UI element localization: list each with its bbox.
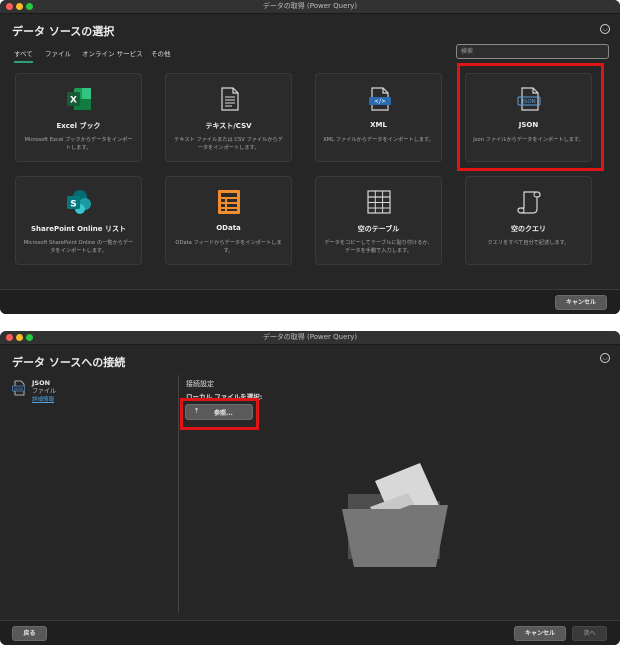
json-file-icon: JSON bbox=[12, 380, 25, 396]
page-title: データ ソースの選択 bbox=[12, 25, 115, 38]
tab-all[interactable]: すべて bbox=[14, 48, 33, 63]
card-name: 空のテーブル bbox=[357, 225, 400, 233]
table-icon bbox=[366, 190, 391, 214]
card-description: テキスト ファイルまたは CSV ファイルからデータをインポートします。 bbox=[174, 137, 283, 151]
source-type: ファイル bbox=[32, 388, 57, 395]
card-xml[interactable]: </> XML XML ファイルからデータをインポートします。 bbox=[315, 73, 442, 162]
svg-text:S: S bbox=[70, 200, 76, 210]
svg-text:X: X bbox=[70, 96, 77, 106]
tab-online-services[interactable]: オンライン サービス bbox=[82, 48, 143, 58]
browse-highlight-box bbox=[180, 398, 259, 430]
source-info-pane: JSON JSON ファイル 詳細情報 bbox=[0, 371, 178, 619]
title-bar: データの取得 (Power Query) bbox=[0, 0, 620, 14]
connection-settings-title: 接続設定 bbox=[186, 380, 214, 388]
card-excel-workbook[interactable]: X Excel ブック Microsoft Excel ブックからデータをインポ… bbox=[15, 73, 142, 162]
data-source-connect-window: データの取得 (Power Query) データ ソースへの接続 ◡ JSON … bbox=[0, 331, 620, 645]
card-name: SharePoint Online リスト bbox=[31, 225, 126, 233]
cancel-button[interactable]: キャンセル bbox=[514, 626, 566, 641]
card-sharepoint-online-list[interactable]: S SharePoint Online リスト Microsoft ShareP… bbox=[15, 176, 142, 265]
text-file-icon bbox=[220, 87, 239, 111]
card-name: テキスト/CSV bbox=[205, 122, 252, 130]
card-description: データをコピーしてテーブルに貼り付けるか、データを手動で入力します。 bbox=[324, 240, 433, 254]
sharepoint-icon: S bbox=[66, 190, 91, 214]
odata-icon bbox=[217, 190, 240, 214]
page-title: データ ソースへの接続 bbox=[12, 356, 126, 369]
card-description: XML ファイルからデータをインポートします。 bbox=[323, 137, 434, 143]
card-description: Microsoft Excel ブックからデータをインポートします。 bbox=[24, 137, 133, 151]
dialog-footer: キャンセル bbox=[0, 289, 620, 314]
card-name: 空のクエリ bbox=[511, 225, 546, 233]
excel-icon: X bbox=[66, 88, 91, 110]
tab-file[interactable]: ファイル bbox=[45, 48, 71, 58]
feedback-smiley-icon[interactable]: ◡ bbox=[600, 353, 610, 363]
window-title: データの取得 (Power Query) bbox=[262, 333, 358, 341]
title-bar: データの取得 (Power Query) bbox=[0, 331, 620, 345]
cancel-button[interactable]: キャンセル bbox=[555, 295, 607, 310]
card-text-csv[interactable]: テキスト/CSV テキスト ファイルまたは CSV ファイルからデータをインポー… bbox=[165, 73, 292, 162]
xml-file-icon: </> bbox=[368, 87, 391, 111]
window-title: データの取得 (Power Query) bbox=[262, 2, 358, 10]
card-blank-table[interactable]: 空のテーブル データをコピーしてテーブルに貼り付けるか、データを手動で入力します… bbox=[315, 176, 442, 265]
card-description: クエリをすべて自分で記述します。 bbox=[487, 240, 570, 246]
svg-text:JSON: JSON bbox=[13, 387, 23, 391]
card-odata[interactable]: OData OData フィードからデータをインポートします。 bbox=[165, 176, 292, 265]
pane-divider bbox=[178, 375, 179, 613]
back-button[interactable]: 戻る bbox=[12, 626, 47, 641]
card-name: XML bbox=[370, 121, 387, 129]
card-blank-query[interactable]: 空のクエリ クエリをすべて自分で記述します。 bbox=[465, 176, 592, 265]
dialog-footer: 戻る キャンセル 次へ bbox=[0, 620, 620, 645]
card-name: OData bbox=[216, 224, 241, 232]
json-highlight-box bbox=[457, 63, 604, 171]
card-description: OData フィードからデータをインポートします。 bbox=[175, 240, 282, 254]
card-name: Excel ブック bbox=[56, 122, 101, 130]
scroll-icon bbox=[516, 191, 541, 214]
tab-other[interactable]: その他 bbox=[151, 48, 171, 58]
card-description: Microsoft SharePoint Online の一覧からデータをインポ… bbox=[23, 240, 134, 254]
svg-text:</>: </> bbox=[374, 98, 385, 105]
feedback-smiley-icon[interactable]: ◡ bbox=[600, 24, 610, 34]
search-input[interactable] bbox=[456, 44, 609, 59]
learn-more-link[interactable]: 詳細情報 bbox=[32, 395, 54, 403]
folder-illustration-icon bbox=[342, 463, 448, 567]
next-button[interactable]: 次へ bbox=[572, 626, 607, 641]
